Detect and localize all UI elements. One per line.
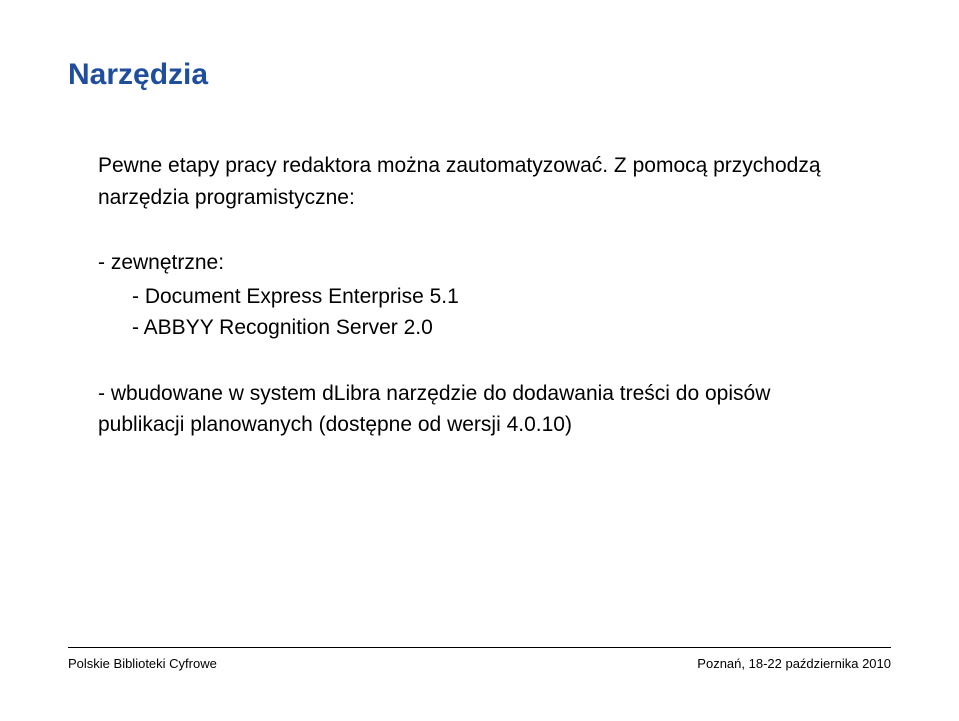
slide-body: Pewne etapy pracy redaktora można zautom… <box>68 150 891 441</box>
footer-right-text: Poznań, 18-22 października 2010 <box>697 656 891 671</box>
external-item-1: - Document Express Enterprise 5.1 <box>98 281 861 313</box>
slide: Narzędzia Pewne etapy pracy redaktora mo… <box>0 0 959 721</box>
intro-paragraph: Pewne etapy pracy redaktora można zautom… <box>98 150 861 213</box>
footer-left-text: Polskie Biblioteki Cyfrowe <box>68 656 217 671</box>
external-label: - zewnętrzne: <box>98 247 861 279</box>
footer-divider <box>68 647 891 648</box>
external-item-2: - ABBYY Recognition Server 2.0 <box>98 312 861 344</box>
footer: Polskie Biblioteki Cyfrowe Poznań, 18-22… <box>68 647 891 671</box>
builtin-paragraph: - wbudowane w system dLibra narzędzie do… <box>98 378 861 441</box>
slide-title: Narzędzia <box>68 58 891 92</box>
footer-row: Polskie Biblioteki Cyfrowe Poznań, 18-22… <box>68 656 891 671</box>
